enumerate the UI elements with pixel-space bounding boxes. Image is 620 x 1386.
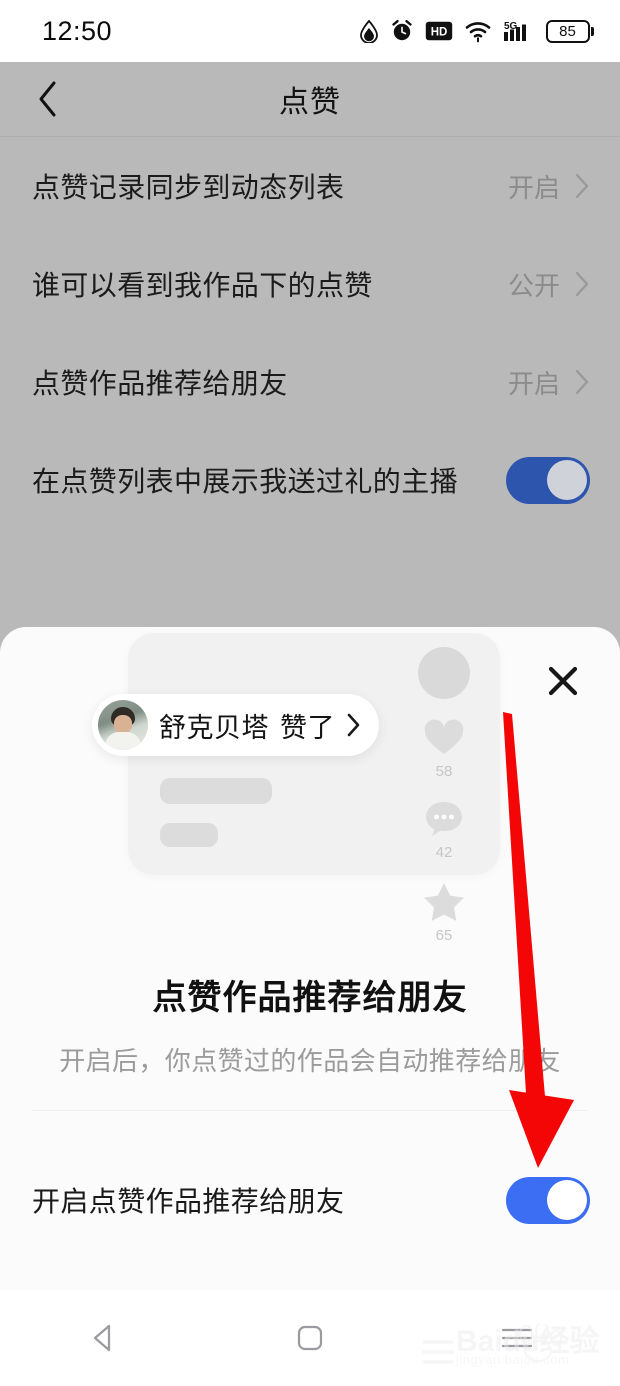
star-icon: [424, 883, 464, 921]
metric-count: 58: [435, 763, 453, 780]
settings-row-sync-to-feed[interactable]: 点赞记录同步到动态列表 开启: [0, 137, 620, 235]
recommend-to-friends-toggle[interactable]: [506, 1176, 590, 1224]
row-right: 公开: [508, 266, 590, 303]
row-label: 在点赞列表中展示我送过礼的主播: [32, 466, 459, 497]
status-icons: HD 5G 85: [359, 19, 594, 43]
row-label: 点赞作品推荐给朋友: [32, 368, 288, 399]
settings-row-show-gifted-hosts[interactable]: 在点赞列表中展示我送过礼的主播: [0, 431, 620, 529]
toggle-knob: [546, 460, 587, 500]
sheet-subtitle: 开启后，你点赞过的作品会自动推荐给朋友: [59, 1046, 561, 1076]
comment-icon: [426, 802, 462, 836]
svg-text:HD: HD: [430, 27, 447, 39]
row-value: 公开: [507, 270, 560, 301]
settings-row-recommend-to-friends[interactable]: 点赞作品推荐给朋友 开启: [0, 333, 620, 431]
row-value: 开启: [507, 172, 560, 203]
chevron-right-icon: [347, 713, 360, 737]
chevron-right-icon: [575, 271, 589, 297]
metric-count: 42: [435, 844, 453, 861]
hd-icon: HD: [425, 21, 453, 41]
sheet-row-label: 开启点赞作品推荐给朋友: [32, 1186, 345, 1217]
illustration-side-rail: 58 42 65: [416, 647, 472, 944]
page-title: 点赞: [279, 86, 341, 119]
sheet-toggle-row[interactable]: 开启点赞作品推荐给朋友: [0, 1150, 620, 1250]
chevron-left-icon: [39, 81, 56, 117]
metric-favorites: 65: [416, 881, 472, 944]
square-home-icon: [297, 1325, 323, 1351]
watermark-url: jingyan.baidu.com: [456, 1352, 570, 1367]
row-right: 开启: [508, 168, 590, 205]
metric-likes: 58: [416, 719, 472, 780]
chevron-right-icon: [575, 173, 589, 199]
row-right: 开启: [508, 364, 590, 401]
sheet-title: 点赞作品推荐给朋友: [152, 979, 468, 1017]
toggle-knob: [546, 1180, 587, 1220]
sheet-close-button[interactable]: [534, 652, 592, 710]
avatar: [98, 700, 148, 750]
chevron-right-icon: [575, 369, 589, 395]
metric-comments: 42: [416, 800, 472, 861]
row-right: [506, 456, 590, 504]
show-gifted-hosts-toggle[interactable]: [506, 456, 590, 504]
like-card-username: 舒克贝塔: [159, 712, 269, 743]
heart-icon: [424, 719, 464, 754]
battery-level: 85: [559, 22, 576, 40]
system-home-button[interactable]: [260, 1308, 360, 1368]
placeholder-bar: [160, 778, 272, 804]
system-back-button[interactable]: [53, 1308, 153, 1368]
page-header: 点赞: [0, 62, 620, 137]
5g-signal-icon: 5G: [503, 19, 535, 43]
back-button[interactable]: [26, 77, 70, 121]
row-label: 点赞记录同步到动态列表: [32, 172, 345, 203]
sheet-divider: [32, 1110, 588, 1111]
status-bar: 12:50 HD 5G 85: [0, 0, 620, 62]
close-icon: [548, 666, 578, 696]
baidu-jingyan-watermark: Baidu经验 jingyan.baidu.com: [422, 1298, 602, 1372]
settings-list: 点赞记录同步到动态列表 开启 谁可以看到我作品下的点赞 公开 点赞作品推荐给朋友…: [0, 137, 620, 529]
wifi-icon: [464, 19, 492, 43]
like-notification-card[interactable]: 舒克贝塔 赞了: [92, 694, 379, 756]
metric-count: 65: [435, 927, 453, 944]
user-avatar-icon: [418, 647, 470, 699]
battery-icon: 85: [545, 19, 594, 43]
placeholder-bar: [160, 823, 218, 847]
water-drop-icon: [359, 19, 379, 43]
alarm-icon: [390, 19, 414, 43]
status-time: 12:50: [42, 15, 113, 46]
like-card-action: 赞了: [280, 712, 335, 743]
row-value: 开启: [507, 368, 560, 399]
phone-screen: 12:50 HD 5G 85 点赞 点赞记录同步到动态列表 开启 谁可以看到我作…: [0, 0, 620, 1386]
settings-row-who-can-see-likes[interactable]: 谁可以看到我作品下的点赞 公开: [0, 235, 620, 333]
triangle-back-icon: [94, 1324, 111, 1352]
row-label: 谁可以看到我作品下的点赞: [32, 270, 373, 301]
